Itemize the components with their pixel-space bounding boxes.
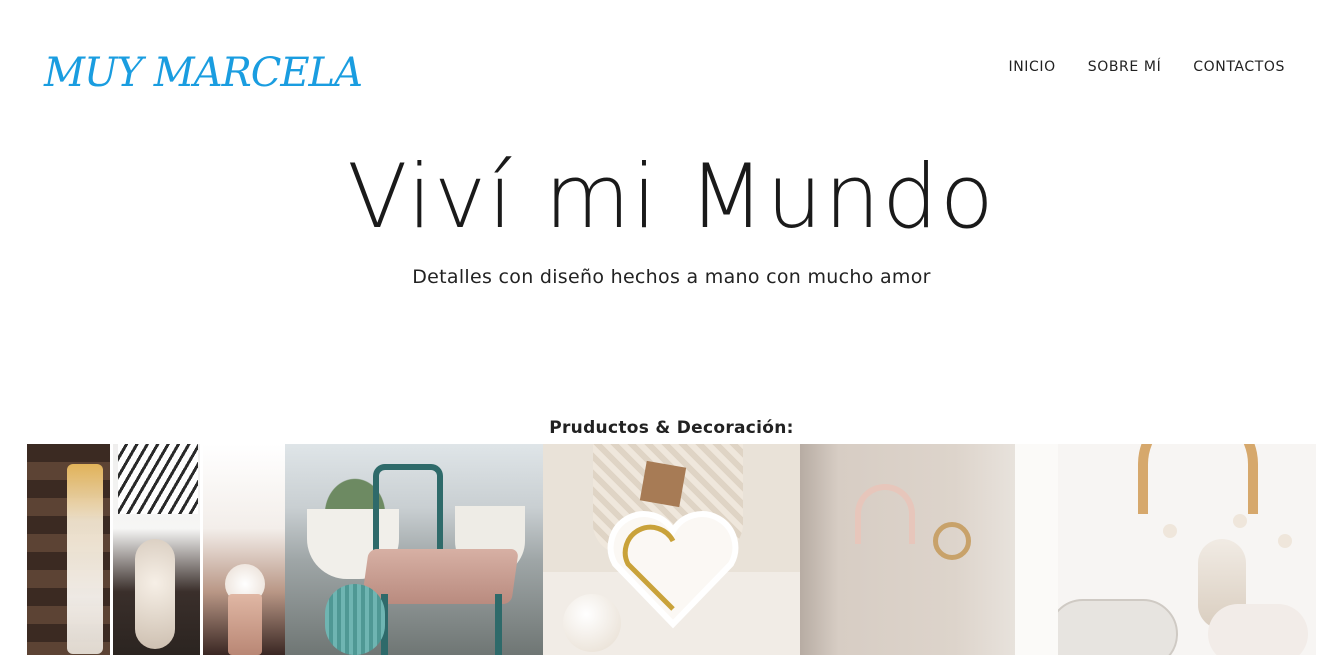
chair-leg (495, 594, 502, 655)
gallery-image-wall-decor[interactable] (800, 444, 1058, 655)
lamp-shade (118, 444, 198, 514)
collage-strip-star-tassel (203, 444, 285, 655)
nav-link-contactos[interactable]: CONTACTOS (1193, 59, 1285, 75)
gallery-image-collage[interactable] (27, 444, 285, 655)
gallery-heading: Pruductos & Decoración: (549, 418, 794, 438)
collage-strip-lamp (113, 444, 200, 655)
hero-title: Viví mi Mundo (347, 145, 996, 248)
collage-strip-rainbow-hanging (27, 444, 110, 655)
pom-pom (1163, 524, 1177, 538)
nav-link-inicio[interactable]: INICIO (1008, 59, 1055, 75)
pom-pom (1278, 534, 1292, 548)
main-nav: INICIO SOBRE MÍ CONTACTOS (1008, 59, 1285, 75)
pom-pom (1233, 514, 1247, 528)
cloud-shelf (1058, 599, 1178, 655)
gallery-image-hanging-decor[interactable] (1058, 444, 1316, 655)
brown-patch (639, 460, 687, 508)
gold-ring-decor (933, 522, 971, 560)
heart-frame-icon (607, 511, 739, 629)
hero-subtitle: Detalles con diseño hechos a mano con mu… (412, 266, 931, 288)
gallery-image-chair[interactable] (285, 444, 543, 655)
teal-rope (325, 584, 385, 655)
heart-ornament (1208, 604, 1308, 655)
wool-hanging (135, 539, 175, 649)
site-header: MUY MARCELA INICIO SOBRE MÍ CONTACTOS (0, 0, 1343, 140)
nav-link-sobre-mi[interactable]: SOBRE MÍ (1088, 59, 1162, 75)
pink-rainbow-decor (855, 484, 915, 544)
pink-tassel (228, 594, 262, 655)
site-logo[interactable]: MUY MARCELA (44, 50, 363, 96)
gold-arch (1138, 444, 1258, 514)
product-gallery (27, 444, 1316, 655)
gallery-image-heart-collage[interactable] (543, 444, 800, 655)
rainbow-feather-decor (67, 464, 103, 654)
wall-mirror (1015, 444, 1058, 655)
